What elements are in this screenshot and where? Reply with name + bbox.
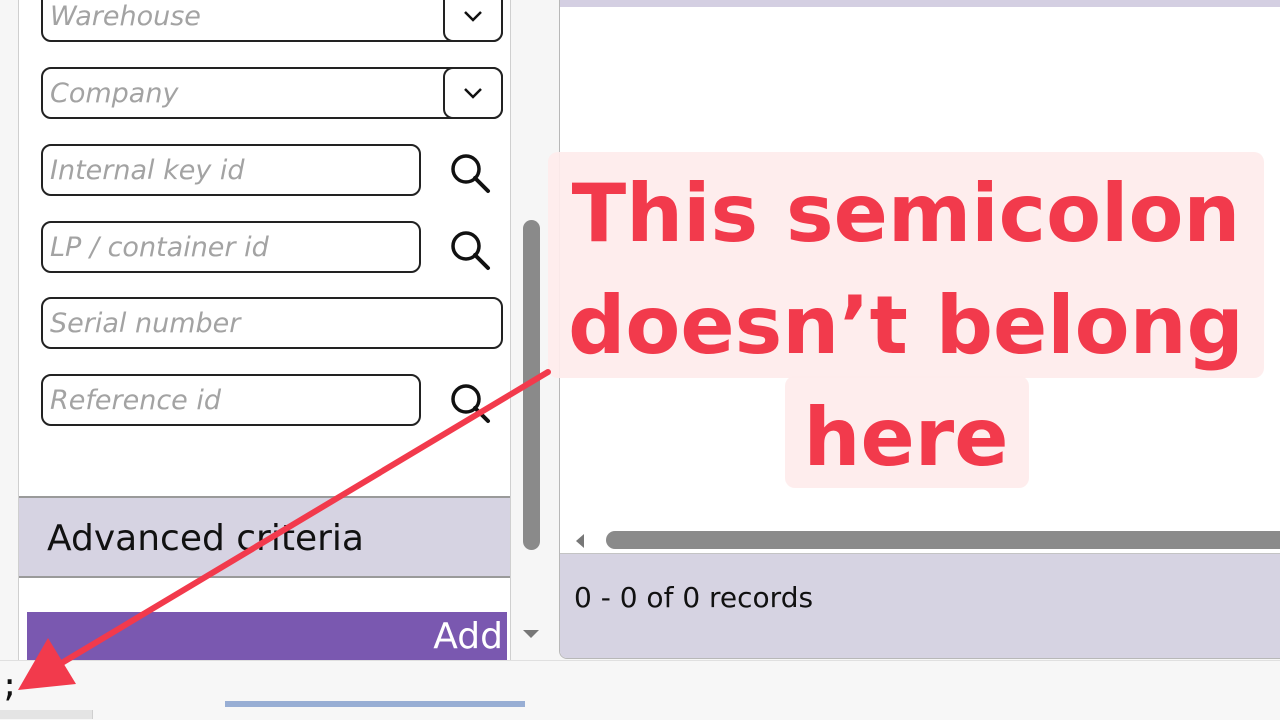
- warehouse-dropdown-button[interactable]: [443, 0, 503, 42]
- reference-id-field[interactable]: [41, 374, 421, 426]
- company-dropdown-button[interactable]: [443, 67, 503, 119]
- scroll-left-button[interactable]: [572, 531, 588, 551]
- serial-number-input[interactable]: [50, 299, 463, 347]
- lp-container-search-button[interactable]: [447, 227, 493, 273]
- clipped-code-text: [225, 701, 525, 707]
- scroll-down-button[interactable]: [521, 624, 541, 644]
- lp-container-field[interactable]: [41, 221, 421, 273]
- internal-key-search-button[interactable]: [447, 150, 493, 196]
- vertical-scrollbar-thumb[interactable]: [523, 220, 540, 550]
- callout-message: This semicolon doesn’t belong here: [548, 158, 1264, 494]
- warehouse-select[interactable]: [41, 0, 503, 42]
- horizontal-scrollbar-thumb[interactable]: [606, 531, 1280, 549]
- callout-line-3: here: [803, 391, 1009, 484]
- search-icon: [451, 154, 490, 193]
- code-line-fragment: [225, 701, 545, 719]
- company-input[interactable]: [50, 69, 463, 117]
- search-icon: [451, 384, 490, 423]
- stray-semicolon[interactable]: ;: [0, 666, 19, 704]
- reference-id-input[interactable]: [50, 376, 389, 424]
- lp-container-input[interactable]: [50, 223, 389, 271]
- advanced-criteria-section[interactable]: Advanced criteria: [19, 496, 510, 578]
- results-header: [560, 0, 1280, 7]
- warehouse-input[interactable]: [50, 0, 463, 40]
- add-button[interactable]: Add: [27, 612, 507, 660]
- internal-key-input[interactable]: [50, 146, 389, 194]
- chevron-down-icon: [464, 88, 482, 99]
- chevron-down-icon: [464, 11, 482, 22]
- triangle-left-icon: [576, 534, 584, 548]
- serial-number-field[interactable]: [41, 297, 503, 349]
- callout-line-1: This semicolon: [571, 167, 1241, 260]
- editor-area: [0, 660, 1280, 720]
- advanced-criteria-label: Advanced criteria: [47, 518, 364, 559]
- search-icon: [451, 231, 490, 270]
- line-number-gutter: [0, 710, 93, 719]
- callout-line-2: doesn’t belong: [568, 279, 1244, 372]
- records-count: 0 - 0 of 0 records: [574, 581, 814, 614]
- triangle-down-icon: [523, 630, 539, 638]
- reference-id-search-button[interactable]: [447, 380, 493, 426]
- filter-panel: Advanced criteria Add: [18, 0, 511, 660]
- company-select[interactable]: [41, 67, 503, 119]
- internal-key-field[interactable]: [41, 144, 421, 196]
